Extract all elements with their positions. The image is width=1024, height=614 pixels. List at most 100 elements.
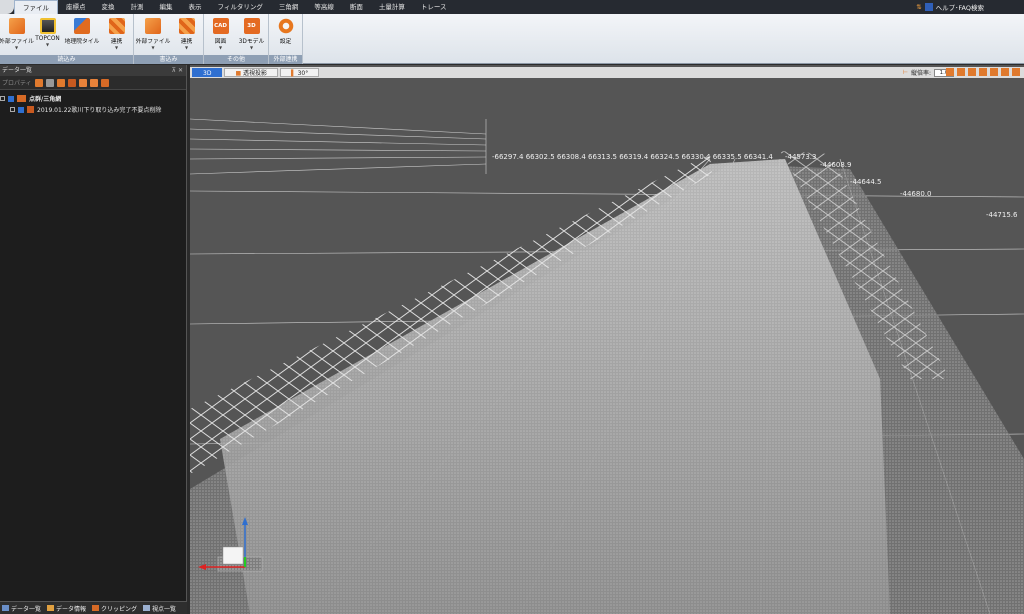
help-search-label[interactable]: ヘルプ･FAQ検索	[936, 2, 984, 12]
menu-tab-volume[interactable]: 土量計算	[371, 0, 413, 14]
menu-tab-convert[interactable]: 変換	[94, 0, 123, 14]
import-external-file-button[interactable]: 外部ファイル ▼	[0, 16, 34, 54]
3d-model-button[interactable]: 3D 3Dモデル ▼	[237, 16, 266, 54]
tab-data-info-label: データ情報	[56, 605, 87, 613]
pencil-icon[interactable]	[45, 78, 54, 87]
expand-icon[interactable]	[0, 96, 5, 101]
angle-tab[interactable]: ▌ 30°	[280, 68, 320, 77]
top-view-icon[interactable]	[968, 68, 976, 76]
viewport-toolbar: 3D ■ 透視投影 ▌ 30° ⊢ 縦倍率: 1.0	[190, 67, 1024, 78]
bottom-view-icon[interactable]	[1001, 68, 1009, 76]
app-logo[interactable]	[0, 0, 14, 14]
paste-icon[interactable]	[89, 78, 98, 87]
export-external-file-button[interactable]: 外部ファイル ▼	[136, 16, 170, 54]
menu-tab-filtering[interactable]: フィルタリング	[210, 0, 271, 14]
ribbon-group-export: 外部ファイル ▼ 連携 ▼ 書込み	[134, 14, 204, 64]
clipping-icon	[92, 605, 100, 611]
coord-label-1: -44573.3	[785, 153, 816, 161]
menu-tab-section[interactable]: 断面	[342, 0, 371, 14]
angle-label: 30°	[297, 70, 309, 77]
file-export-icon	[145, 18, 161, 34]
panel-title: データ一覧	[2, 67, 33, 74]
menu-tab-trace[interactable]: トレース	[413, 0, 455, 14]
list-icon	[2, 605, 9, 611]
menu-tab-tin[interactable]: 三角網	[271, 0, 307, 14]
menu-bar: ファイル 座標点 変換 計測 編集 表示 フィルタリング 三角網 等高線 断面 …	[0, 0, 1024, 14]
tab-viewpoints[interactable]: 視点一覧	[143, 604, 176, 613]
expand-icon[interactable]	[10, 107, 15, 112]
settings-button[interactable]: 設定	[271, 16, 300, 54]
panel-controls[interactable]: ⊼ ✕	[172, 65, 183, 76]
tab-data-info[interactable]: データ情報	[47, 604, 86, 613]
menu-tab-measure[interactable]: 計測	[123, 0, 152, 14]
3d-model-label: 3Dモデル	[238, 39, 265, 45]
dropdown-arrow-icon: ▼	[218, 45, 223, 50]
import-gsi-tile-label: 地理院タイル	[64, 39, 100, 45]
side-view-icon[interactable]	[979, 68, 987, 76]
file-import-icon	[8, 18, 25, 34]
back-view-icon[interactable]	[990, 68, 998, 76]
link-export-icon	[178, 18, 195, 34]
tab-clipping[interactable]: クリッピング	[92, 604, 137, 613]
front-view-icon[interactable]	[957, 68, 965, 76]
topcon-icon	[39, 18, 56, 34]
menu-tab-edit[interactable]: 編集	[152, 0, 181, 14]
3d-viewport[interactable]: 3D ■ 透視投影 ▌ 30° ⊢ 縦倍率: 1.0 -66297.4 6630…	[190, 65, 1024, 614]
menu-tab-file[interactable]: ファイル	[14, 0, 58, 14]
view-3d-tab[interactable]: 3D	[192, 68, 223, 77]
tab-data-list-label: データ一覧	[11, 605, 42, 613]
coord-label-4: -44680.0	[900, 190, 931, 198]
menu-tab-view[interactable]: 表示	[181, 0, 210, 14]
tree-row-child[interactable]: 2019.01.22歌川下り取り込み完了不要点削除	[0, 104, 186, 115]
import-topcon-button[interactable]: TOPCON ▼	[33, 16, 62, 54]
import-link-button[interactable]: 連携 ▼	[102, 16, 131, 54]
delete-icon[interactable]	[67, 78, 76, 87]
perspective-label: 透視投影	[243, 70, 268, 77]
view-cube-icon[interactable]	[222, 546, 244, 565]
point-cloud-icon	[17, 95, 26, 102]
coord-row-label: -66297.4 66302.5 66308.4 66313.5 66319.4…	[492, 153, 773, 161]
fit-view-icon[interactable]	[1012, 68, 1020, 76]
panel-bottom-tabs: データ一覧 データ情報 クリッピング 視点一覧	[0, 601, 187, 614]
point-cloud-scene[interactable]: -66297.4 66302.5 66308.4 66313.5 66319.4…	[190, 79, 1024, 614]
menu-tab-contour[interactable]: 等高線	[306, 0, 342, 14]
scale-icon: ⊢	[902, 69, 908, 76]
coord-label-2: -44608.9	[820, 161, 851, 169]
import-external-file-label: 外部ファイル	[0, 39, 34, 45]
viewpoint-icon	[143, 605, 151, 611]
3d-model-icon: 3D	[243, 18, 260, 34]
ribbon-group-label-other: その他	[204, 55, 268, 64]
import-gsi-tile-button[interactable]: 地理院タイル	[64, 16, 100, 54]
export-link-button[interactable]: 連携 ▼	[172, 16, 201, 54]
map-tile-icon	[74, 18, 90, 34]
home-view-icon[interactable]	[946, 68, 954, 76]
checkbox-icon[interactable]	[18, 106, 24, 113]
dropdown-arrow-icon: ▼	[151, 45, 155, 50]
properties-button[interactable]: プロパティ	[2, 78, 32, 87]
pin-icon[interactable]: ⊼	[172, 67, 176, 74]
copy-icon[interactable]	[78, 78, 87, 87]
ribbon-group-label-export: 書込み	[134, 55, 203, 64]
view-icon-group	[946, 68, 1020, 76]
export-icon[interactable]	[100, 78, 109, 87]
filter-icon[interactable]	[34, 78, 43, 87]
tab-data-list[interactable]: データ一覧	[2, 604, 41, 613]
panel-title-bar: データ一覧 ⊼ ✕	[0, 65, 186, 76]
drawing-button[interactable]: CAD 図面 ▼	[206, 16, 235, 54]
close-icon[interactable]: ✕	[178, 67, 183, 74]
checkbox-icon[interactable]	[8, 95, 14, 102]
ribbon-group-import: 外部ファイル ▼ TOPCON ▼ 地理院タイル 連携 ▼ 読込み	[0, 14, 134, 64]
layer-icon[interactable]	[56, 78, 65, 87]
data-tree: 点群/三角網 2019.01.22歌川下り取り込み完了不要点削除	[0, 90, 186, 115]
app-window: ファイル 座標点 変換 計測 編集 表示 フィルタリング 三角網 等高線 断面 …	[0, 0, 1024, 614]
help-area[interactable]: ⇅ ヘルプ･FAQ検索	[916, 0, 984, 14]
tree-root-label: 点群/三角網	[29, 96, 62, 103]
sort-icon[interactable]: ⇅	[916, 3, 921, 11]
tree-row-root[interactable]: 点群/三角網	[0, 93, 186, 104]
link-icon	[108, 18, 125, 34]
cad-icon: CAD	[212, 18, 229, 34]
perspective-tab[interactable]: ■ 透視投影	[224, 68, 279, 77]
info-icon	[47, 605, 55, 611]
help-icon[interactable]	[924, 3, 933, 11]
menu-tab-points[interactable]: 座標点	[58, 0, 94, 14]
